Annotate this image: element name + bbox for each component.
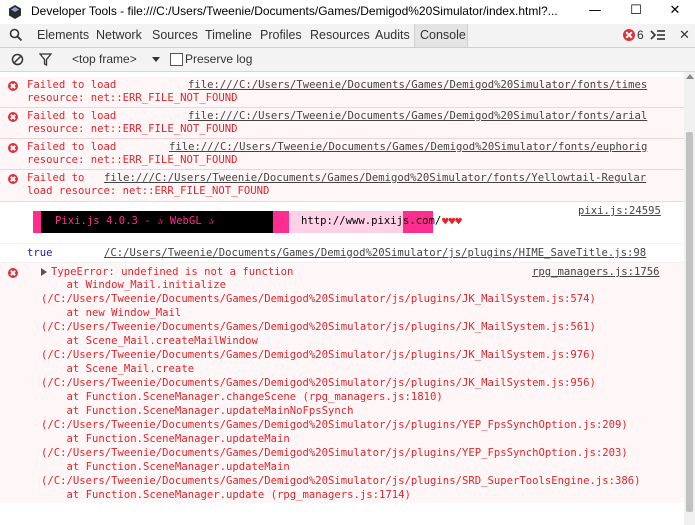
- error-count-icon[interactable]: [623, 29, 635, 41]
- filter-icon[interactable]: [39, 53, 52, 66]
- error-text: load resource: net::ERR_FILE_NOT_FOUND: [27, 185, 270, 197]
- resource-link[interactable]: file:///C:/Users/Tweenie/Documents/Games…: [188, 79, 647, 92]
- inspect-search-icon[interactable]: [9, 28, 23, 42]
- tab-timeline[interactable]: Timeline: [205, 28, 252, 42]
- devtools-app-icon: [9, 5, 21, 19]
- console-error-message: Failed to file:///C:/Users/Tweenie/Docum…: [0, 170, 684, 202]
- devtools-tab-bar: Elements Network Sources Timeline Profil…: [0, 24, 695, 48]
- stack-frame: at Scene_Mail.createMailWindow: [41, 335, 258, 347]
- stack-frame-location[interactable]: (/C:/Users/Tweenie/Documents/Games/Demig…: [41, 419, 628, 432]
- source-link[interactable]: rpg_managers.js:1756: [532, 266, 660, 279]
- clear-console-icon[interactable]: [11, 53, 24, 66]
- pixi-url: http://www.pixijs.com/: [301, 215, 442, 227]
- stack-frame: at Function.SceneManager.updateMain: [41, 461, 290, 473]
- error-text: resource: net::ERR_FILE_NOT_FOUND: [27, 154, 238, 166]
- source-link[interactable]: pixi.js:24595: [578, 205, 661, 218]
- error-text: resource: net::ERR_FILE_NOT_FOUND: [27, 92, 238, 104]
- error-icon: [8, 174, 18, 184]
- tab-profiles[interactable]: Profiles: [260, 28, 302, 42]
- scroll-thumb[interactable]: [686, 132, 693, 512]
- window-title: Developer Tools - file:///C:/Users/Tween…: [31, 4, 558, 18]
- tab-network[interactable]: Network: [96, 28, 142, 42]
- tab-resources[interactable]: Resources: [310, 28, 370, 42]
- context-select[interactable]: <top frame>: [72, 52, 137, 66]
- tab-console-label: Console: [420, 28, 466, 42]
- close-button[interactable]: ✕: [655, 0, 695, 22]
- tab-elements[interactable]: Elements: [37, 28, 89, 42]
- error-icon: [8, 81, 18, 91]
- error-text: Failed to: [27, 172, 91, 184]
- error-icon: [8, 143, 18, 153]
- maximize-button[interactable]: ☐: [616, 0, 656, 22]
- title-bar: Developer Tools - file:///C:/Users/Tween…: [0, 0, 695, 25]
- log-value: true: [27, 247, 53, 259]
- customize-menu-icon[interactable]: [650, 28, 666, 42]
- preserve-log-checkbox[interactable]: [170, 53, 183, 66]
- console-error-message: Failed to load file:///C:/Users/Tweenie/…: [0, 139, 684, 170]
- error-text: Failed to load: [27, 79, 123, 91]
- minimize-button[interactable]: —: [575, 0, 615, 22]
- error-text: Failed to load: [27, 141, 123, 153]
- preserve-log-label[interactable]: Preserve log: [185, 52, 252, 66]
- console-output: Failed to load file:///C:/Users/Tweenie/…: [0, 72, 684, 525]
- stack-frame: at Function.SceneManager.updateMain: [41, 433, 290, 445]
- stack-frame-location[interactable]: (/C:/Users/Tweenie/Documents/Games/Demig…: [41, 447, 628, 460]
- stack-frame[interactable]: at Function.SceneManager.changeScene (rp…: [41, 391, 443, 404]
- banner-stripe: [33, 211, 41, 233]
- hearts: ♥♥♥: [442, 215, 462, 228]
- console-log-message: true /C:/Users/Tweenie/Documents/Games/D…: [0, 244, 684, 263]
- source-link[interactable]: /C:/Users/Tweenie/Documents/Games/Demigo…: [104, 247, 646, 260]
- resource-link[interactable]: file:///C:/Users/Tweenie/Documents/Games…: [169, 141, 647, 154]
- banner-stripe: [273, 211, 289, 233]
- console-error-message: TypeError: undefined is not a function r…: [0, 263, 684, 503]
- console-error-message: Failed to load file:///C:/Users/Tweenie/…: [0, 77, 684, 108]
- scroll-up-arrow-icon[interactable]: [686, 74, 694, 79]
- stack-frame[interactable]: at Function.SceneManager.update (rpg_man…: [41, 489, 411, 502]
- error-count[interactable]: 6: [637, 28, 644, 42]
- error-icon: [8, 268, 18, 278]
- stack-frame: at Function.SceneManager.updateMainNoFps…: [41, 405, 354, 417]
- chevron-down-icon[interactable]: [152, 57, 160, 62]
- stack-frame-location[interactable]: (/C:/Users/Tweenie/Documents/Games/Demig…: [41, 293, 596, 306]
- stack-frame: at Window_Mail.initialize: [41, 279, 226, 291]
- error-icon: [8, 112, 18, 122]
- stack-frame: at Scene_Mail.create: [41, 363, 195, 375]
- expand-triangle-icon[interactable]: [41, 268, 47, 276]
- error-text: TypeError: undefined is not a function: [51, 266, 294, 278]
- console-filter-bar: <top frame> Preserve log: [0, 48, 695, 72]
- error-text: Failed to load: [27, 110, 123, 122]
- tab-sources[interactable]: Sources: [152, 28, 198, 42]
- resource-link[interactable]: file:///C:/Users/Tweenie/Documents/Games…: [188, 110, 647, 123]
- error-text: resource: net::ERR_FILE_NOT_FOUND: [27, 123, 238, 135]
- console-scrollbar[interactable]: [684, 72, 695, 525]
- stack-frame-location[interactable]: (/C:/Users/Tweenie/Documents/Games/Demig…: [41, 349, 596, 362]
- stack-frame-location[interactable]: (/C:/Users/Tweenie/Documents/Games/Demig…: [41, 377, 596, 390]
- resource-link[interactable]: file:///C:/Users/Tweenie/Documents/Games…: [104, 172, 646, 185]
- stack-frame-location[interactable]: (/C:/Users/Tweenie/Documents/Games/Demig…: [41, 475, 641, 488]
- pixi-banner-text: Pixi.js 4.0.3 - ✰ WebGL ✰: [55, 215, 215, 227]
- stack-frame: at new Window_Mail: [41, 307, 182, 319]
- stack-frame-location[interactable]: (/C:/Users/Tweenie/Documents/Games/Demig…: [41, 321, 596, 334]
- close-devtools-icon[interactable]: ✕: [679, 28, 690, 43]
- console-error-message: Failed to load file:///C:/Users/Tweenie/…: [0, 108, 684, 139]
- tab-console[interactable]: Console: [414, 24, 468, 47]
- tab-audits[interactable]: Audits: [375, 28, 410, 42]
